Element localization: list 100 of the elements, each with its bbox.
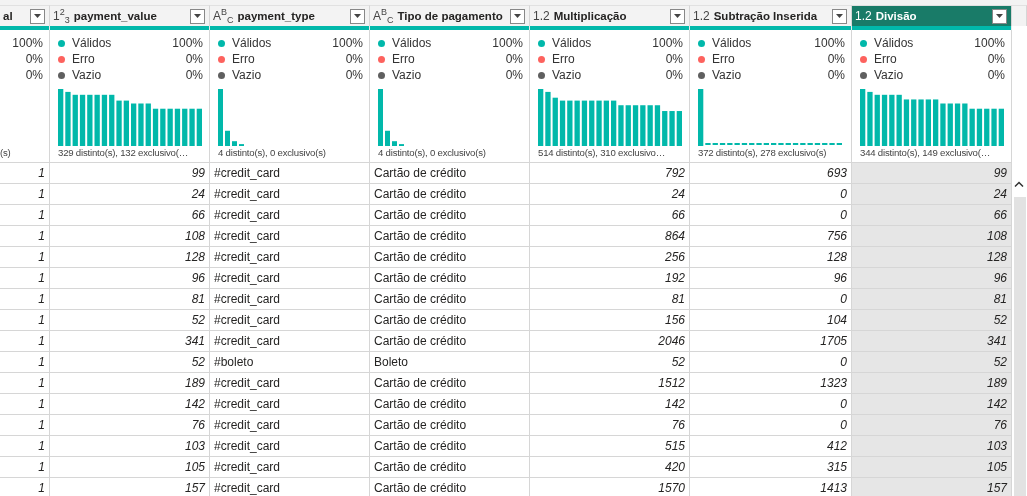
quality-percent: 0%: [827, 68, 845, 82]
column-header[interactable]: 1.2 Divisão: [852, 5, 1012, 26]
table-cell: 1: [0, 331, 50, 352]
table-cell: #credit_card: [210, 205, 370, 226]
table-cell: Cartão de crédito: [370, 184, 530, 205]
table-cell: 1: [0, 478, 50, 496]
quality-percent: 0%: [987, 68, 1005, 82]
table-cell: 66: [50, 205, 210, 226]
quality-percent: 0%: [665, 68, 683, 82]
column-name: Divisão: [875, 10, 918, 22]
quality-percent: 0%: [827, 52, 845, 66]
table-cell: 2046: [530, 331, 690, 352]
column-name: al: [3, 10, 14, 22]
quality-label: Erro: [232, 52, 256, 66]
quality-label: Erro: [552, 52, 576, 66]
column-name: payment_type: [237, 10, 316, 22]
column-header[interactable]: 1.2 Subtração Inserida: [690, 5, 852, 26]
type-icon[interactable]: 1.2: [855, 9, 872, 23]
column-header[interactable]: A$^{B}$$_{C}$ Tipo de pagamento: [370, 5, 530, 26]
caret-icon: [514, 14, 521, 18]
quality-percent: 0%: [505, 52, 523, 66]
column-header[interactable]: 1$^{2}$$_{3}$ payment_value: [50, 5, 210, 26]
scrollbar-thumb[interactable]: [1014, 197, 1026, 496]
quality-percent: 0%: [185, 68, 203, 82]
column-header[interactable]: A$^{B}$$_{C}$ payment_type: [210, 5, 370, 26]
column-name: Multiplicação: [553, 10, 628, 22]
table-cell: 1: [0, 352, 50, 373]
table-cell: #credit_card: [210, 310, 370, 331]
table-cell: Cartão de crédito: [370, 247, 530, 268]
dropdown-button[interactable]: [510, 8, 525, 24]
distinct-summary: 329 distinto(s), 132 exclusivo(…: [58, 146, 190, 160]
table-cell: 420: [530, 457, 690, 478]
quality-percent: 0%: [25, 52, 43, 66]
table-cell: 52: [530, 352, 690, 373]
quality-label: Vazio: [232, 68, 263, 82]
quality-label: Vazio: [552, 68, 583, 82]
table-cell: #credit_card: [210, 268, 370, 289]
quality-label: Erro: [72, 52, 96, 66]
table-cell: #credit_card: [210, 184, 370, 205]
table-cell: 76: [852, 415, 1012, 436]
table-cell: 99: [852, 163, 1012, 184]
table-cell: 1: [0, 226, 50, 247]
table-cell: 1: [0, 268, 50, 289]
table-cell: 81: [50, 289, 210, 310]
quality-label: Erro: [392, 52, 416, 66]
table-cell: 81: [852, 289, 1012, 310]
column-header[interactable]: al: [0, 5, 50, 26]
table-cell: 142: [50, 394, 210, 415]
table-cell: 515: [530, 436, 690, 457]
dropdown-button[interactable]: [670, 8, 685, 24]
quality-label: Válidos: [874, 36, 915, 50]
table-cell: #credit_card: [210, 163, 370, 184]
table-cell: 1512: [530, 373, 690, 394]
table-cell: #credit_card: [210, 394, 370, 415]
dropdown-button[interactable]: [350, 8, 365, 24]
table-cell: 157: [50, 478, 210, 496]
table-cell: #credit_card: [210, 331, 370, 352]
table-cell: 66: [530, 205, 690, 226]
quality-percent: 100%: [172, 36, 203, 50]
scroll-up-icon[interactable]: [1014, 181, 1024, 187]
quality-percent: 0%: [505, 68, 523, 82]
dropdown-button[interactable]: [832, 8, 847, 24]
table-cell: 1: [0, 163, 50, 184]
table-cell: 96: [852, 268, 1012, 289]
quality-label: Válidos: [232, 36, 273, 50]
table-cell: 1: [0, 436, 50, 457]
table-cell: 189: [50, 373, 210, 394]
table-cell: 189: [852, 373, 1012, 394]
column-header[interactable]: 1.2 Multiplicação: [530, 5, 690, 26]
table-cell: Cartão de crédito: [370, 394, 530, 415]
quality-percent: 100%: [492, 36, 523, 50]
quality-percent: 0%: [25, 68, 43, 82]
table-cell: 96: [50, 268, 210, 289]
table-cell: 1: [0, 310, 50, 331]
table-cell: 1: [0, 373, 50, 394]
table-cell: 157: [852, 478, 1012, 496]
dropdown-button[interactable]: [992, 8, 1007, 24]
table-cell: 66: [852, 205, 1012, 226]
table-cell: Cartão de crédito: [370, 373, 530, 394]
caret-icon: [354, 14, 361, 18]
table-cell: #credit_card: [210, 415, 370, 436]
table-cell: 76: [530, 415, 690, 436]
table-cell: 1: [0, 457, 50, 478]
dropdown-button[interactable]: [190, 8, 205, 24]
table-cell: 99: [50, 163, 210, 184]
table-cell: 128: [50, 247, 210, 268]
table-cell: #credit_card: [210, 289, 370, 310]
quality-percent: 0%: [987, 52, 1005, 66]
table-cell: Cartão de crédito: [370, 415, 530, 436]
quality-label: Erro: [712, 52, 736, 66]
dropdown-button[interactable]: [30, 8, 45, 24]
table-cell: Cartão de crédito: [370, 205, 530, 226]
table-cell: #credit_card: [210, 478, 370, 496]
table-cell: Cartão de crédito: [370, 289, 530, 310]
table-cell: 341: [852, 331, 1012, 352]
table-cell: 108: [852, 226, 1012, 247]
quality-label: Erro: [874, 52, 898, 66]
type-icon[interactable]: 1.2: [533, 9, 550, 23]
type-icon[interactable]: 1.2: [693, 9, 710, 23]
quality-label: Válidos: [552, 36, 593, 50]
